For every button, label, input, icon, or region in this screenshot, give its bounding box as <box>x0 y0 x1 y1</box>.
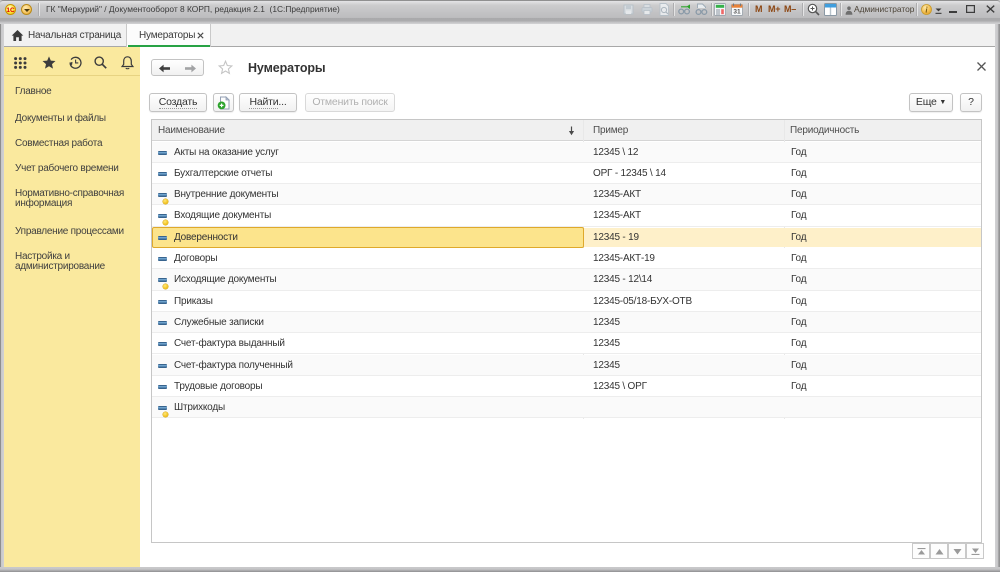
svg-text:31: 31 <box>733 9 741 16</box>
